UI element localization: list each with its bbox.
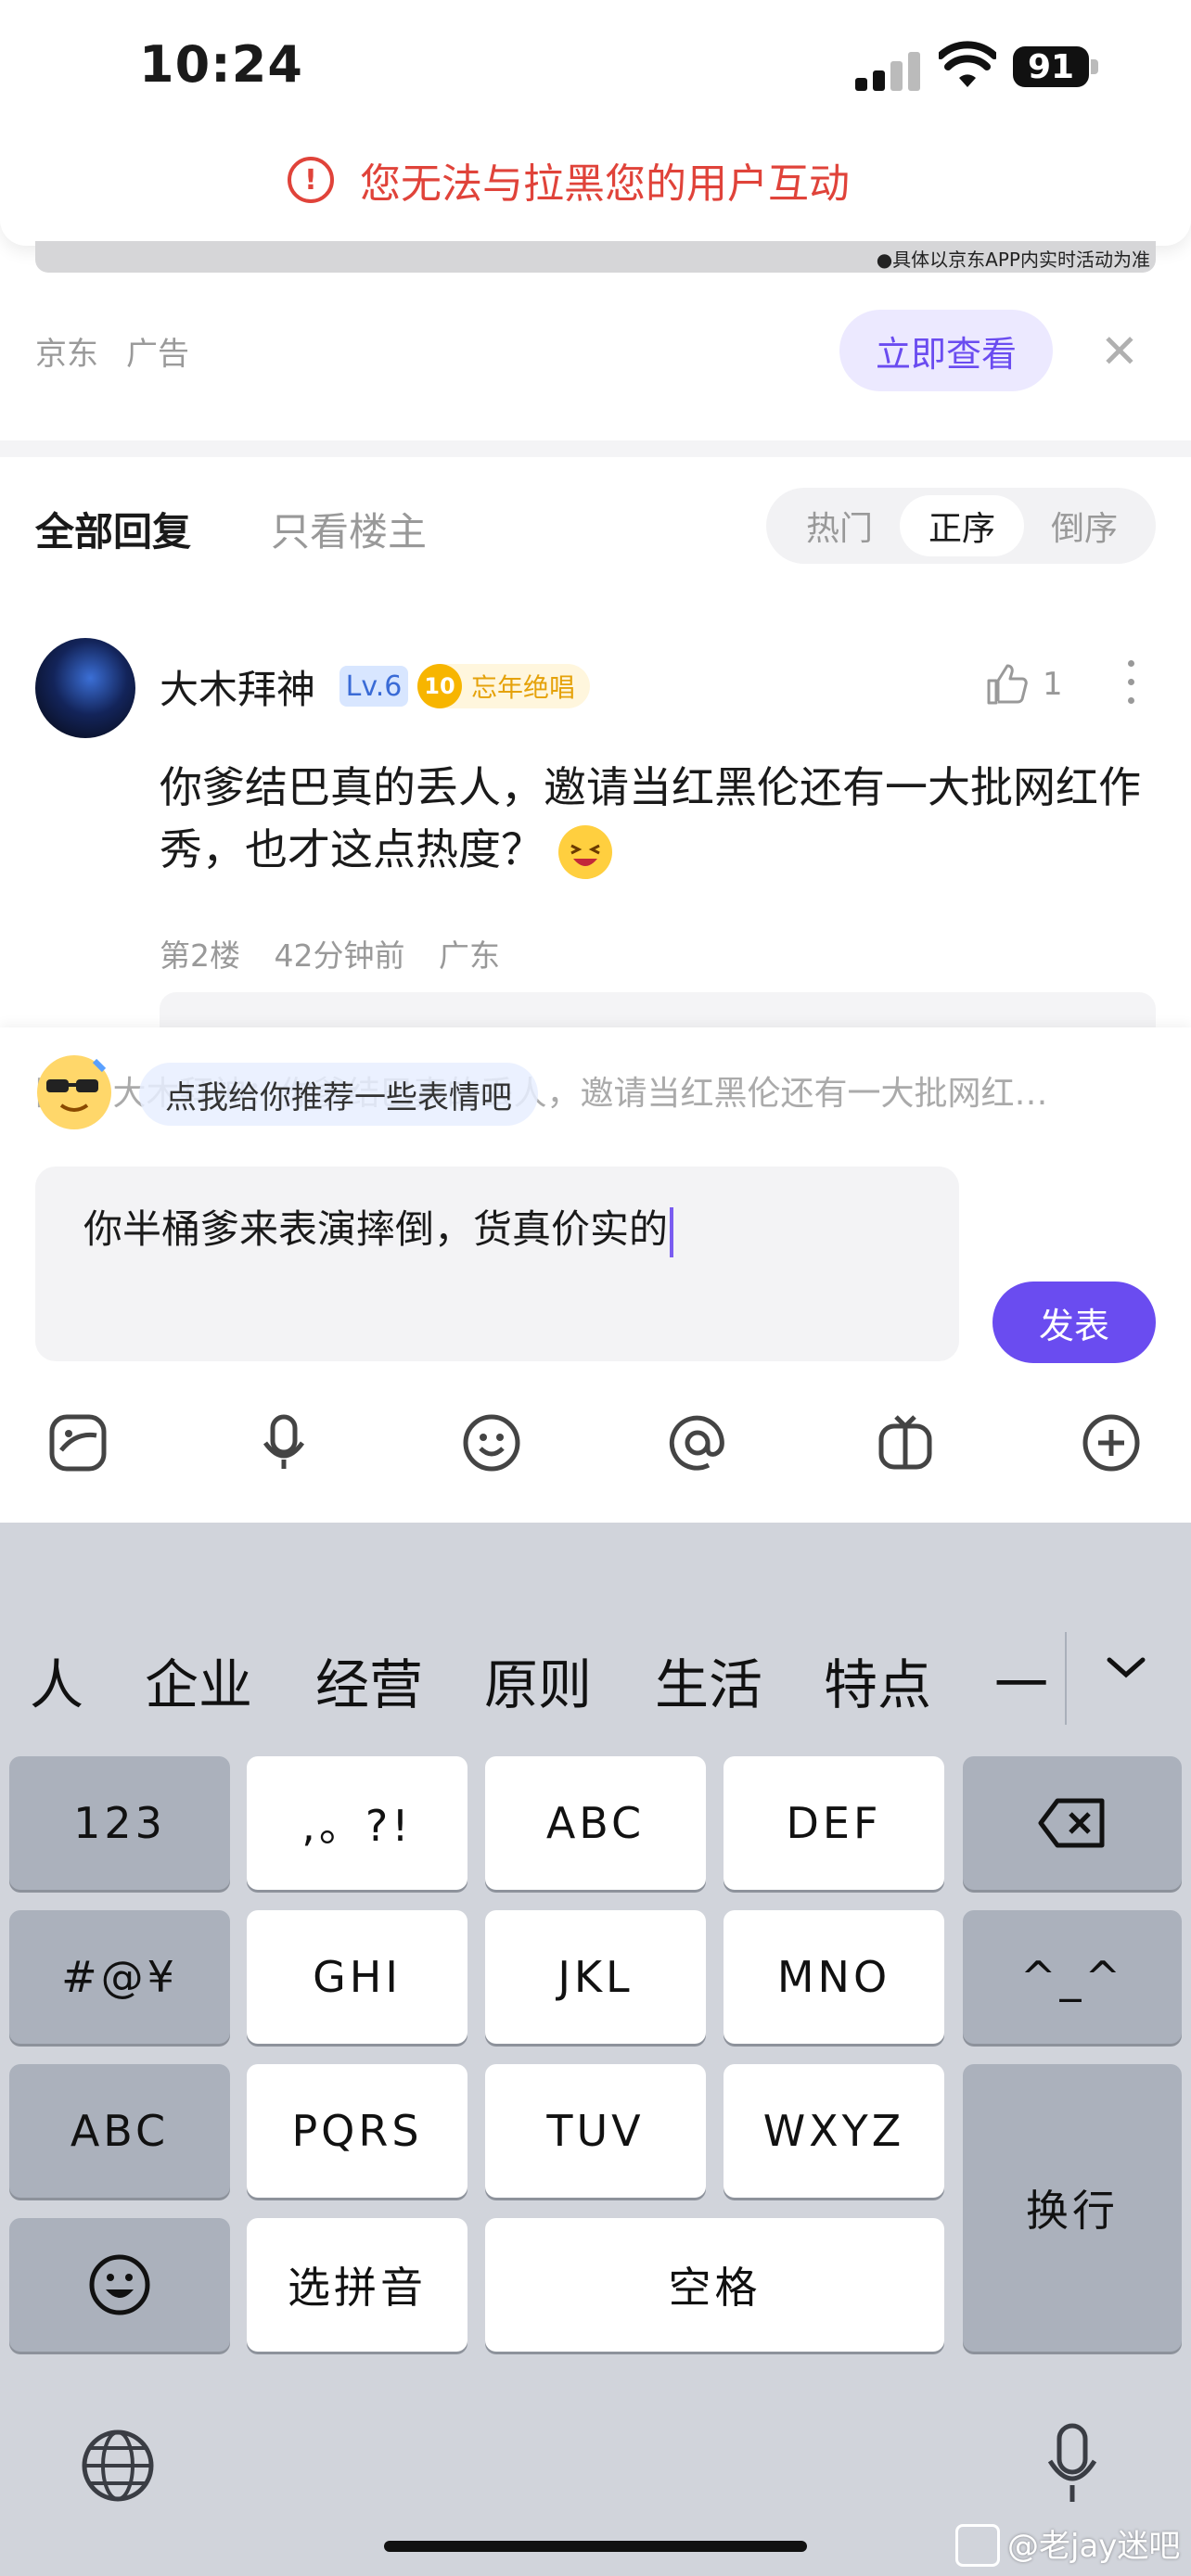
candidate-divider	[1065, 1632, 1067, 1725]
backspace-icon	[1038, 1798, 1105, 1848]
candidate-word[interactable]: 原则	[484, 1641, 592, 1719]
key-symbols[interactable]: #@¥	[9, 1910, 230, 2044]
section-divider	[0, 440, 1191, 457]
comment-floor: 第2楼	[160, 937, 240, 974]
close-icon[interactable]: ✕	[1100, 325, 1139, 378]
ad-source: 京东	[35, 336, 98, 373]
smiley-icon[interactable]	[458, 1409, 525, 1476]
candidate-word[interactable]: 一	[994, 1641, 1048, 1719]
smiley-icon	[89, 2254, 150, 2315]
key-ghi[interactable]: GHI	[247, 1910, 467, 2044]
key-mno[interactable]: MNO	[724, 1910, 944, 2044]
sticker-icon[interactable]	[45, 1409, 111, 1476]
candidate-word[interactable]: 经营	[315, 1641, 423, 1719]
sub-replies-box[interactable]	[160, 992, 1156, 1029]
more-options-icon[interactable]	[1128, 660, 1135, 708]
avatar[interactable]	[35, 638, 135, 738]
comment-meta: 第2楼 42分钟前 广东	[160, 931, 524, 976]
send-button[interactable]: 发表	[992, 1282, 1156, 1363]
laughing-emoji-icon	[558, 825, 612, 880]
tab-all-replies[interactable]: 全部回复	[35, 501, 191, 557]
emoji-key[interactable]	[9, 2218, 230, 2352]
battery-tip	[1091, 59, 1098, 74]
emoji-suggestion-bubble[interactable]: 点我给你推荐一些表情吧	[139, 1063, 538, 1126]
ad-image-strip[interactable]: ●具体以京东APP内实时活动为准	[35, 241, 1156, 273]
comment-username[interactable]: 大木拜神	[160, 658, 315, 715]
space-key[interactable]: 空格	[485, 2218, 944, 2352]
ad-cta-button[interactable]: 立即查看	[839, 310, 1053, 391]
candidate-word[interactable]: 特点	[824, 1641, 931, 1719]
alert-row: ! 您无法与拉黑您的用户互动	[288, 148, 850, 211]
candidate-word[interactable]: 生活	[655, 1641, 762, 1719]
reply-input-value: 你半桶爹来表演摔倒，货真价实的	[83, 1198, 674, 1257]
ad-tag: 广告	[126, 336, 189, 373]
key-abc-mode[interactable]: ABC	[9, 2064, 230, 2198]
sort-segmented-control: 热门 正序 倒序	[766, 488, 1156, 564]
like-count: 1	[1043, 666, 1063, 703]
comment-body: 你爹结巴真的丢人，邀请当红黑伦还有一大批网红作秀，也才这点热度？	[160, 757, 1143, 880]
key-emoticon[interactable]: ^_^	[963, 1910, 1182, 2044]
comment-text: 你爹结巴真的丢人，邀请当红黑伦还有一大批网红作秀，也才这点热度？	[160, 762, 1141, 874]
comment-time: 42分钟前	[274, 937, 405, 974]
reply-input[interactable]: 你半桶爹来表演摔倒，货真价实的	[35, 1167, 959, 1361]
thumbs-up-icon	[987, 664, 1028, 705]
battery-icon: 91	[1013, 46, 1089, 87]
key-wxyz[interactable]: WXYZ	[724, 2064, 944, 2198]
key-123[interactable]: 123	[9, 1756, 230, 1890]
comment-location: 广东	[439, 937, 500, 974]
sort-ascending[interactable]: 正序	[900, 495, 1024, 556]
watermark-text: @老jay迷吧	[1007, 2528, 1181, 2565]
chevron-down-icon[interactable]	[1104, 1645, 1148, 1690]
text-caret	[670, 1206, 674, 1257]
key-select-pinyin[interactable]: 选拼音	[247, 2218, 467, 2352]
watermark-logo	[955, 2524, 1000, 2567]
ad-disclaimer: ●具体以京东APP内实时活动为准	[876, 249, 1150, 271]
key-jkl[interactable]: JKL	[485, 1910, 706, 2044]
status-time: 10:24	[139, 35, 303, 94]
wifi-icon	[937, 41, 998, 89]
globe-icon[interactable]	[80, 2428, 156, 2507]
badge-number: 10	[417, 664, 462, 708]
key-def[interactable]: DEF	[724, 1756, 944, 1890]
enter-key[interactable]: 换行	[963, 2064, 1182, 2352]
dictation-microphone-icon[interactable]	[1043, 2422, 1102, 2511]
candidate-word[interactable]: 人	[30, 1641, 83, 1719]
key-pqrs[interactable]: PQRS	[247, 2064, 467, 2198]
signal-icon	[855, 46, 920, 91]
key-tuv[interactable]: TUV	[485, 2064, 706, 2198]
microphone-icon[interactable]	[250, 1409, 317, 1476]
gift-icon[interactable]	[872, 1409, 939, 1476]
candidate-word[interactable]: 企业	[145, 1641, 252, 1719]
mascot-icon[interactable]	[37, 1055, 111, 1129]
backspace-key[interactable]	[963, 1756, 1182, 1890]
input-text: 你半桶爹来表演摔倒，货真价实的	[83, 1206, 669, 1252]
tab-host-only[interactable]: 只看楼主	[271, 501, 427, 557]
key-punctuation[interactable]: ,。?!	[247, 1756, 467, 1890]
sort-descending[interactable]: 倒序	[1022, 495, 1146, 556]
alert-message: 您无法与拉黑您的用户互动	[360, 160, 850, 208]
key-abc[interactable]: ABC	[485, 1756, 706, 1890]
fan-badge: 10 忘年绝唱	[417, 664, 591, 708]
home-indicator	[384, 2541, 807, 2552]
plus-circle-icon[interactable]	[1078, 1409, 1145, 1476]
at-icon[interactable]	[664, 1409, 731, 1476]
like-button[interactable]: 1	[985, 664, 1063, 705]
badge-text: 忘年绝唱	[471, 672, 576, 703]
level-badge: Lv.6	[339, 666, 408, 707]
sort-hot[interactable]: 热门	[777, 495, 902, 556]
exclamation-circle-icon: !	[288, 157, 334, 203]
